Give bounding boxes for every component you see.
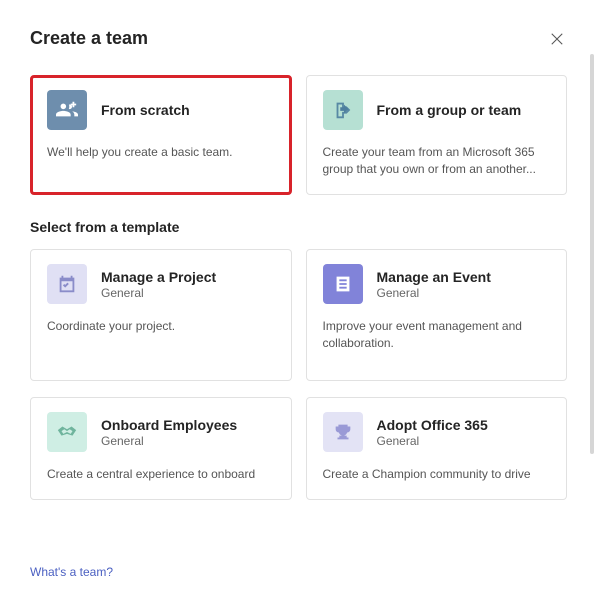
handshake-icon xyxy=(47,412,87,452)
option-from-group[interactable]: From a group or team Create your team fr… xyxy=(306,75,568,195)
template-manage-project[interactable]: Manage a Project General Coordinate your… xyxy=(30,249,292,381)
templates-section-title: Select from a template xyxy=(30,219,567,235)
template-desc: Improve your event management and collab… xyxy=(323,318,551,352)
trophy-icon xyxy=(323,412,363,452)
close-icon xyxy=(550,32,564,46)
scrollbar[interactable] xyxy=(590,54,594,454)
option-desc: We'll help you create a basic team. xyxy=(47,144,275,161)
template-manage-event[interactable]: Manage an Event General Improve your eve… xyxy=(306,249,568,381)
close-button[interactable] xyxy=(547,29,567,49)
option-title: From a group or team xyxy=(377,102,522,118)
checklist-icon xyxy=(323,264,363,304)
create-team-dialog: Create a team From scratch We'll help yo… xyxy=(0,0,597,599)
template-sub: General xyxy=(377,434,488,448)
dialog-footer: What's a team? xyxy=(30,563,113,581)
template-onboard-employees[interactable]: Onboard Employees General Create a centr… xyxy=(30,397,292,500)
template-title: Adopt Office 365 xyxy=(377,417,488,433)
template-desc: Coordinate your project. xyxy=(47,318,275,335)
templates-row-1: Manage a Project General Coordinate your… xyxy=(30,249,567,381)
template-desc: Create a central experience to onboard xyxy=(47,466,275,483)
share-arrow-icon xyxy=(323,90,363,130)
template-adopt-office-365[interactable]: Adopt Office 365 General Create a Champi… xyxy=(306,397,568,500)
option-from-scratch[interactable]: From scratch We'll help you create a bas… xyxy=(30,75,292,195)
option-desc: Create your team from an Microsoft 365 g… xyxy=(323,144,551,178)
calendar-check-icon xyxy=(47,264,87,304)
templates-row-2: Onboard Employees General Create a centr… xyxy=(30,397,567,500)
dialog-header: Create a team xyxy=(30,28,567,49)
team-icon xyxy=(47,90,87,130)
template-sub: General xyxy=(101,286,216,300)
options-scroll-area[interactable]: From scratch We'll help you create a bas… xyxy=(30,75,567,525)
template-title: Manage a Project xyxy=(101,269,216,285)
template-sub: General xyxy=(101,434,237,448)
whats-a-team-link[interactable]: What's a team? xyxy=(30,565,113,579)
dialog-title: Create a team xyxy=(30,28,148,49)
option-title: From scratch xyxy=(101,102,190,118)
template-title: Onboard Employees xyxy=(101,417,237,433)
primary-options-row: From scratch We'll help you create a bas… xyxy=(30,75,567,195)
template-desc: Create a Champion community to drive xyxy=(323,466,551,483)
template-title: Manage an Event xyxy=(377,269,491,285)
template-sub: General xyxy=(377,286,491,300)
